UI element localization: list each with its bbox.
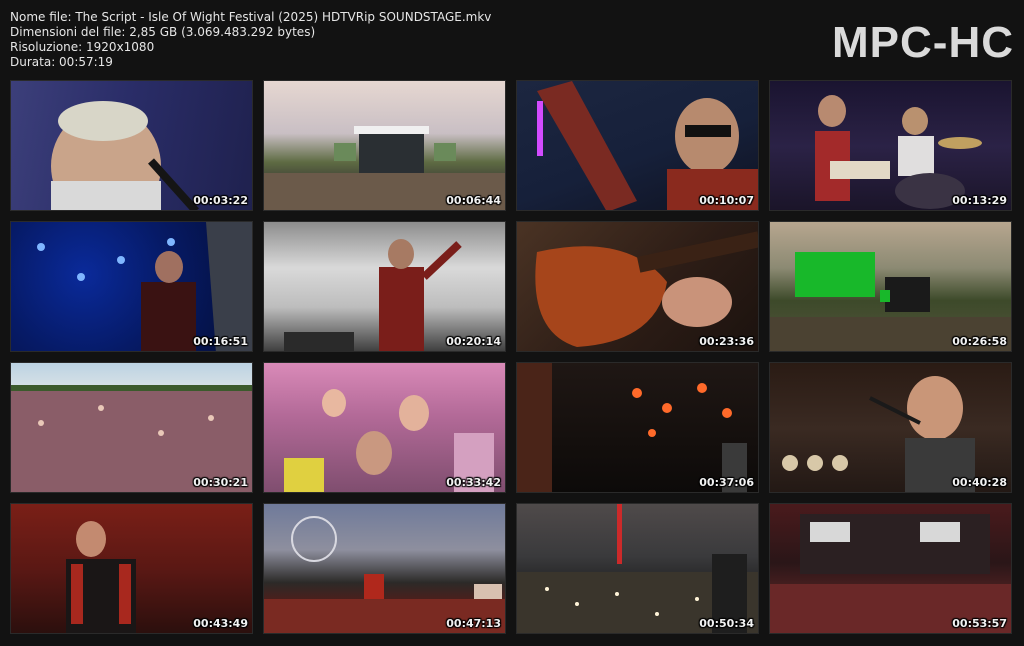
timestamp: 00:47:13 bbox=[446, 617, 501, 630]
frame-ferris-wheel-crowd-image bbox=[264, 504, 505, 633]
thumbnail-10[interactable]: 00:33:42 bbox=[263, 362, 506, 493]
timestamp: 00:06:44 bbox=[446, 194, 501, 207]
frame-crowd-closeup-image bbox=[264, 363, 505, 492]
thumbnail-3[interactable]: 00:10:07 bbox=[516, 80, 759, 211]
frame-stage-bulb-lights-image bbox=[517, 363, 758, 492]
timestamp: 00:30:21 bbox=[193, 476, 248, 489]
timestamp: 00:16:51 bbox=[193, 335, 248, 348]
thumbnail-12[interactable]: 00:40:28 bbox=[769, 362, 1012, 493]
timestamp: 00:50:34 bbox=[699, 617, 754, 630]
file-resolution: Risoluzione: 1920x1080 bbox=[10, 40, 155, 54]
timestamp: 00:53:57 bbox=[952, 617, 1007, 630]
thumbnail-11[interactable]: 00:37:06 bbox=[516, 362, 759, 493]
timestamp: 00:40:28 bbox=[952, 476, 1007, 489]
frame-singer-sunglasses-image bbox=[517, 81, 758, 210]
timestamp: 00:13:29 bbox=[952, 194, 1007, 207]
file-duration: Durata: 00:57:19 bbox=[10, 55, 113, 69]
thumbnail-2[interactable]: 00:06:44 bbox=[263, 80, 506, 211]
frame-festival-stage-image bbox=[264, 81, 505, 210]
thumbnail-1[interactable]: 00:03:22 bbox=[10, 80, 253, 211]
thumbnail-8[interactable]: 00:26:58 bbox=[769, 221, 1012, 352]
file-name: Nome file: The Script - Isle Of Wight Fe… bbox=[10, 10, 492, 24]
timestamp: 00:23:36 bbox=[699, 335, 754, 348]
frame-guitar-closeup-image bbox=[517, 222, 758, 351]
frame-stage-wide-red-image bbox=[770, 504, 1011, 633]
file-info: Nome file: The Script - Isle Of Wight Fe… bbox=[10, 10, 491, 70]
frame-phone-lights-crowd-image bbox=[517, 504, 758, 633]
thumbnail-15[interactable]: 00:50:34 bbox=[516, 503, 759, 634]
thumbnail-sheet: Nome file: The Script - Isle Of Wight Fe… bbox=[0, 0, 1024, 646]
thumbnail-13[interactable]: 00:43:49 bbox=[10, 503, 253, 634]
timestamp: 00:43:49 bbox=[193, 617, 248, 630]
timestamp: 00:03:22 bbox=[193, 194, 248, 207]
thumbnail-16[interactable]: 00:53:57 bbox=[769, 503, 1012, 634]
file-size: Dimensioni del file: 2,85 GB (3.069.483.… bbox=[10, 25, 316, 39]
timestamp: 00:20:14 bbox=[446, 335, 501, 348]
frame-singer-blue-lights-image bbox=[11, 222, 252, 351]
thumbnail-9[interactable]: 00:30:21 bbox=[10, 362, 253, 493]
thumbnail-14[interactable]: 00:47:13 bbox=[263, 503, 506, 634]
timestamp: 00:37:06 bbox=[699, 476, 754, 489]
thumbnail-4[interactable]: 00:13:29 bbox=[769, 80, 1012, 211]
thumbnail-grid: 00:03:22 00:06:44 00:10:07 00:13:29 00:1… bbox=[10, 80, 1012, 634]
timestamp: 00:33:42 bbox=[446, 476, 501, 489]
thumbnail-5[interactable]: 00:16:51 bbox=[10, 221, 253, 352]
timestamp: 00:26:58 bbox=[952, 335, 1007, 348]
frame-guitarist-closeup-image bbox=[770, 363, 1011, 492]
frame-singer-closeup-image bbox=[11, 81, 252, 210]
timestamp: 00:10:07 bbox=[699, 194, 754, 207]
frame-singer-smoke-image bbox=[264, 222, 505, 351]
frame-singer-red-stage-image bbox=[11, 504, 252, 633]
frame-crowd-wide-image bbox=[11, 363, 252, 492]
frame-band-drummer-image bbox=[770, 81, 1011, 210]
thumbnail-6[interactable]: 00:20:14 bbox=[263, 221, 506, 352]
frame-stage-green-screens-image bbox=[770, 222, 1011, 351]
thumbnail-7[interactable]: 00:23:36 bbox=[516, 221, 759, 352]
mpc-hc-logo: MPC-HC bbox=[832, 18, 1014, 67]
